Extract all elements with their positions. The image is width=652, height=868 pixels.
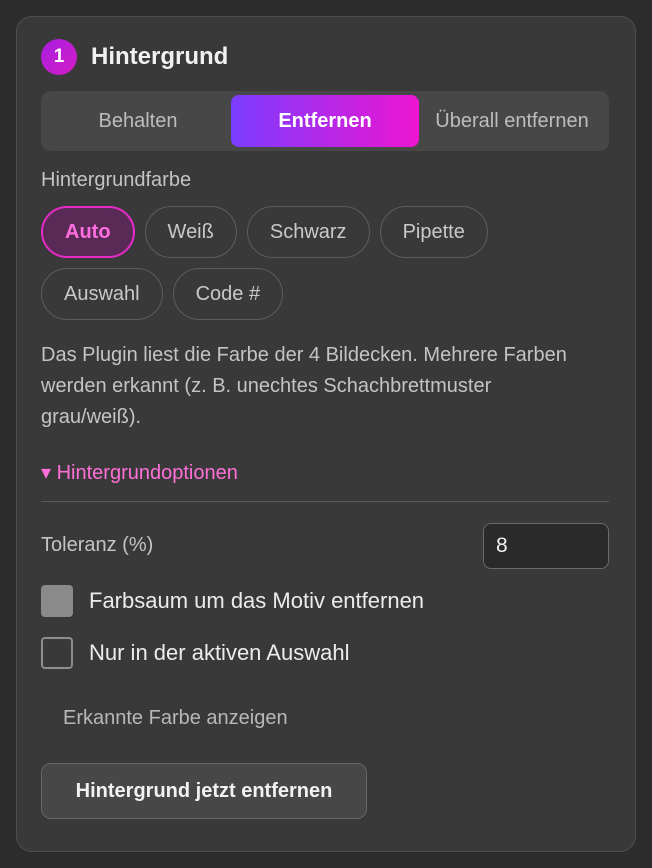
color-chip-hex-code[interactable]: Code #: [172, 268, 284, 320]
tolerance-input[interactable]: [483, 523, 609, 569]
color-chip-white[interactable]: Weiß: [144, 206, 237, 258]
background-options-toggle[interactable]: ▾ Hintergrundoptionen: [41, 460, 238, 485]
background-description: Das Plugin liest die Farbe der 4 Bildeck…: [41, 344, 567, 428]
active-selection-option[interactable]: Nur in der aktiven Auswahl: [41, 637, 349, 669]
remove-background-button[interactable]: Hintergrund jetzt entfernen: [41, 763, 367, 819]
section-title: Hintergrund: [91, 43, 229, 70]
fringe-removal-checkbox[interactable]: [41, 585, 73, 617]
section-header: 1 Hintergrund: [41, 39, 228, 75]
step-number-badge: 1: [41, 39, 77, 75]
mode-option-remove-everywhere[interactable]: Überall entfernen: [419, 95, 605, 147]
tolerance-label: Toleranz (%): [41, 534, 154, 556]
fringe-removal-label: Farbsaum um das Motiv entfernen: [89, 588, 425, 613]
mode-segmented-control: Behalten Entfernen Überall entfernen: [41, 91, 609, 151]
background-color-label: Hintergrundfarbe: [41, 169, 192, 191]
show-detected-color-button[interactable]: Erkannte Farbe anzeigen: [63, 707, 288, 730]
color-chip-black[interactable]: Schwarz: [246, 206, 370, 258]
options-divider: [41, 501, 609, 502]
active-selection-checkbox[interactable]: [41, 637, 73, 669]
background-color-chips: Auto Weiß Schwarz Pipette Auswahl Code #: [41, 206, 609, 330]
mode-option-keep[interactable]: Behalten: [45, 95, 231, 147]
active-selection-label: Nur in der aktiven Auswahl: [89, 640, 350, 665]
fringe-removal-option[interactable]: Farbsaum um das Motiv entfernen: [41, 585, 424, 617]
color-chip-auto[interactable]: Auto: [41, 206, 135, 258]
background-panel: 1 Hintergrund Behalten Entfernen Überall…: [16, 16, 636, 852]
color-chip-selection[interactable]: Auswahl: [41, 268, 163, 320]
mode-option-remove[interactable]: Entfernen: [231, 95, 419, 147]
color-chip-eyedropper[interactable]: Pipette: [379, 206, 488, 258]
